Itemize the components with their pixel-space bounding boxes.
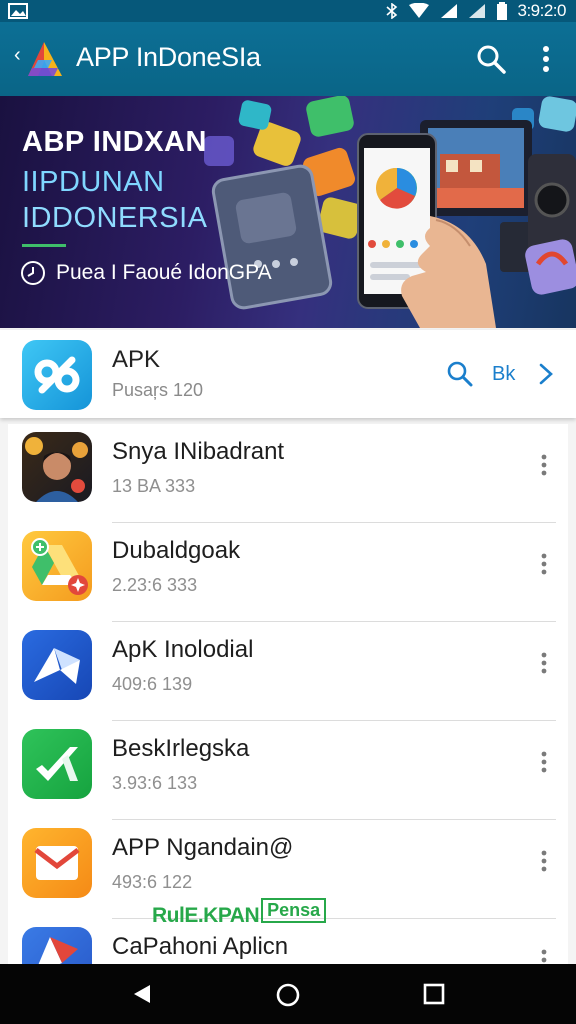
nav-recents-icon[interactable] xyxy=(422,982,446,1006)
more-vert-icon[interactable] xyxy=(536,747,552,777)
back-chevron-icon[interactable]: ‹ xyxy=(14,44,21,67)
person-photo-icon xyxy=(22,432,92,502)
app-name: Dubaldgoak xyxy=(112,537,241,564)
featured-app-subtitle: Pusaŗs 120 xyxy=(112,380,204,400)
status-time: 3:9:2:0 xyxy=(517,1,567,20)
clock-circle-icon xyxy=(21,261,45,285)
watermark-text: RulE.KPAN xyxy=(152,904,260,927)
featured-app-name: APK xyxy=(112,346,161,373)
app-meta: 409:6 139 xyxy=(112,674,193,694)
promo-banner[interactable]: ABP INDXAN IIPDUNAN IDDONERSIA Puea I Fa… xyxy=(0,96,576,328)
image-notification-icon xyxy=(8,3,28,19)
watermark-badge: Pensa xyxy=(261,898,327,923)
list-item[interactable]: ApK Inolodial 409:6 139 xyxy=(8,622,568,721)
list-item[interactable]: BeskIrlegska 3.93:6 133 xyxy=(8,721,568,820)
green-check-icon xyxy=(22,729,92,799)
banner-divider xyxy=(22,244,66,247)
screen: 3:9:2:0 ‹ APP InDoneSIa ABP INDXAN IIPDU… xyxy=(0,0,576,1024)
app-meta: 493:6 122 xyxy=(112,872,193,892)
signal-icon xyxy=(440,4,457,18)
apk-app-icon xyxy=(22,340,92,410)
banner-subtitle-2: IDDONERSIA xyxy=(22,202,208,234)
app-meta: 2.23:6 333 xyxy=(112,575,198,595)
status-icons: 3:9:2:0 xyxy=(385,0,567,22)
battery-icon xyxy=(496,2,507,20)
featured-action-button[interactable]: Bk xyxy=(492,363,515,386)
nav-home-icon[interactable] xyxy=(274,981,302,1009)
more-vert-icon[interactable] xyxy=(532,42,560,76)
origami-bird-icon xyxy=(22,630,92,700)
partial-app-icon xyxy=(22,927,92,964)
watermark: RulE.KPAN Pensa xyxy=(152,898,327,928)
app-bar: ‹ APP InDoneSIa xyxy=(0,22,576,96)
banner-tagline: Puea I Faoué IdonGPA xyxy=(56,261,272,284)
banner-tagline-row: Puea I Faoué IdonGPA xyxy=(20,260,272,286)
app-logo-icon xyxy=(28,42,62,76)
featured-apk-card[interactable]: APK Pusaŗs 120 Bk xyxy=(0,330,576,418)
system-nav-bar xyxy=(0,964,576,1024)
drive-like-icon xyxy=(22,531,92,601)
bluetooth-icon xyxy=(385,3,397,19)
app-name: Snya INibadrant xyxy=(112,438,285,465)
more-vert-icon[interactable] xyxy=(536,648,552,678)
app-name: BeskIrlegska xyxy=(112,735,250,762)
list-item[interactable]: Dubaldgoak 2.23:6 333 xyxy=(8,523,568,622)
app-meta: 13 BA 333 xyxy=(112,476,196,496)
app-name: CaPahoni Aplicn xyxy=(112,933,289,960)
app-meta: 3.93:6 133 xyxy=(112,773,198,793)
status-bar: 3:9:2:0 xyxy=(0,0,576,22)
more-vert-icon[interactable] xyxy=(536,549,552,579)
app-list: Snya INibadrant 13 BA 333 Dubaldgoak 2.2… xyxy=(8,424,568,964)
orange-mail-icon xyxy=(22,828,92,898)
search-icon[interactable] xyxy=(446,360,474,388)
app-name: APP Ngandain@ xyxy=(112,834,294,861)
search-icon[interactable] xyxy=(474,42,508,76)
more-vert-icon[interactable] xyxy=(536,450,552,480)
wifi-icon xyxy=(408,3,429,18)
app-name: ApK Inolodial xyxy=(112,636,254,663)
nav-back-icon[interactable] xyxy=(130,982,154,1006)
banner-subtitle: IIPDUNAN xyxy=(22,166,165,198)
app-title: APP InDoneSIa xyxy=(76,42,261,72)
list-item[interactable]: Snya INibadrant 13 BA 333 xyxy=(8,424,568,523)
chevron-right-icon[interactable] xyxy=(536,360,556,388)
more-vert-icon[interactable] xyxy=(536,846,552,876)
banner-title: ABP INDXAN xyxy=(22,126,207,158)
more-vert-icon[interactable] xyxy=(536,945,552,964)
signal-icon-2 xyxy=(468,4,485,18)
